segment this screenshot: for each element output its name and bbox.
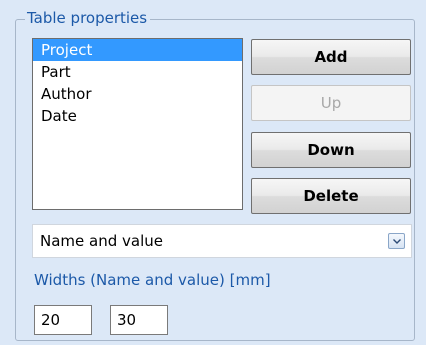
- list-item-author[interactable]: Author: [33, 83, 242, 105]
- up-button[interactable]: Up: [251, 85, 411, 121]
- name-width-input[interactable]: [34, 305, 92, 335]
- dropdown-button[interactable]: [388, 233, 405, 249]
- add-button[interactable]: Add: [251, 39, 411, 75]
- groupbox-title: Table properties: [25, 9, 151, 27]
- list-item-part[interactable]: Part: [33, 61, 242, 83]
- table-properties-panel: Table properties Project Part Author Dat…: [0, 0, 426, 345]
- list-item-date[interactable]: Date: [33, 105, 242, 127]
- value-width-input[interactable]: [110, 305, 168, 335]
- delete-button[interactable]: Delete: [251, 178, 411, 214]
- display-mode-select[interactable]: Name and value: [32, 224, 412, 258]
- display-mode-value: Name and value: [40, 232, 163, 250]
- list-item-project[interactable]: Project: [33, 39, 242, 61]
- down-button[interactable]: Down: [251, 132, 411, 168]
- properties-listbox[interactable]: Project Part Author Date: [32, 38, 243, 210]
- widths-label: Widths (Name and value) [mm]: [34, 271, 271, 289]
- chevron-down-icon: [393, 239, 401, 244]
